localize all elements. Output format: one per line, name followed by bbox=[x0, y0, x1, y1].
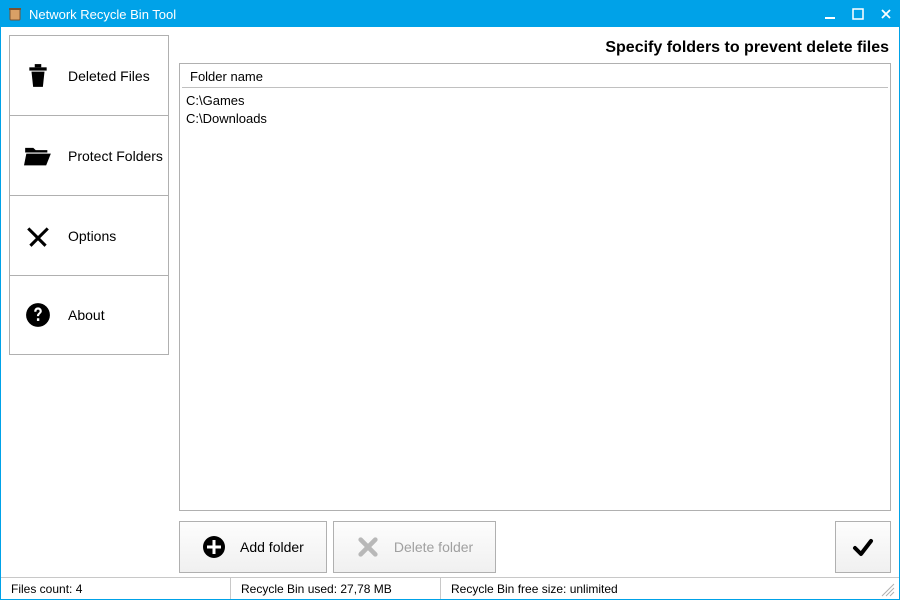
sidebar-item-label: Deleted Files bbox=[68, 68, 150, 84]
folder-rows: C:\Games C:\Downloads bbox=[180, 90, 890, 510]
plus-circle-icon bbox=[202, 535, 226, 559]
question-icon bbox=[24, 301, 52, 329]
column-header-folder-name[interactable]: Folder name bbox=[182, 66, 888, 88]
sidebar-item-label: About bbox=[68, 307, 105, 323]
resize-gripper-icon[interactable] bbox=[881, 583, 897, 599]
sidebar-item-about[interactable]: About bbox=[9, 275, 169, 355]
app-icon bbox=[7, 6, 23, 22]
tools-icon bbox=[24, 222, 52, 250]
action-bar: Add folder Delete folder bbox=[179, 521, 891, 573]
status-bar: Files count: 4 Recycle Bin used: 27,78 M… bbox=[1, 577, 899, 599]
sidebar: Deleted Files Protect Folders bbox=[9, 35, 169, 573]
trash-icon bbox=[24, 62, 52, 90]
delete-folder-button[interactable]: Delete folder bbox=[333, 521, 496, 573]
window-title: Network Recycle Bin Tool bbox=[29, 7, 823, 22]
sidebar-item-deleted-files[interactable]: Deleted Files bbox=[9, 35, 169, 115]
main-panel: Specify folders to prevent delete files … bbox=[179, 35, 891, 573]
x-icon bbox=[356, 535, 380, 559]
minimize-button[interactable] bbox=[823, 7, 837, 21]
sidebar-item-options[interactable]: Options bbox=[9, 195, 169, 275]
sidebar-item-protect-folders[interactable]: Protect Folders bbox=[9, 115, 169, 195]
button-label: Delete folder bbox=[394, 539, 473, 555]
client-area: Deleted Files Protect Folders bbox=[1, 27, 899, 599]
status-free: Recycle Bin free size: unlimited bbox=[441, 578, 881, 599]
check-icon bbox=[851, 535, 875, 559]
button-label: Add folder bbox=[240, 539, 304, 555]
sidebar-item-label: Protect Folders bbox=[68, 148, 163, 164]
list-item[interactable]: C:\Downloads bbox=[186, 110, 884, 128]
folder-open-icon bbox=[24, 142, 52, 170]
status-files-count: Files count: 4 bbox=[1, 578, 231, 599]
status-used: Recycle Bin used: 27,78 MB bbox=[231, 578, 441, 599]
maximize-button[interactable] bbox=[851, 7, 865, 21]
close-button[interactable] bbox=[879, 7, 893, 21]
add-folder-button[interactable]: Add folder bbox=[179, 521, 327, 573]
spacer bbox=[502, 521, 829, 573]
app-window: Network Recycle Bin Tool bbox=[0, 0, 900, 600]
sidebar-item-label: Options bbox=[68, 228, 116, 244]
title-bar[interactable]: Network Recycle Bin Tool bbox=[1, 1, 899, 27]
folder-list[interactable]: Folder name C:\Games C:\Downloads bbox=[179, 63, 891, 511]
body: Deleted Files Protect Folders bbox=[1, 27, 899, 577]
page-heading: Specify folders to prevent delete files bbox=[179, 35, 891, 63]
list-item[interactable]: C:\Games bbox=[186, 92, 884, 110]
confirm-button[interactable] bbox=[835, 521, 891, 573]
window-controls bbox=[823, 7, 893, 21]
